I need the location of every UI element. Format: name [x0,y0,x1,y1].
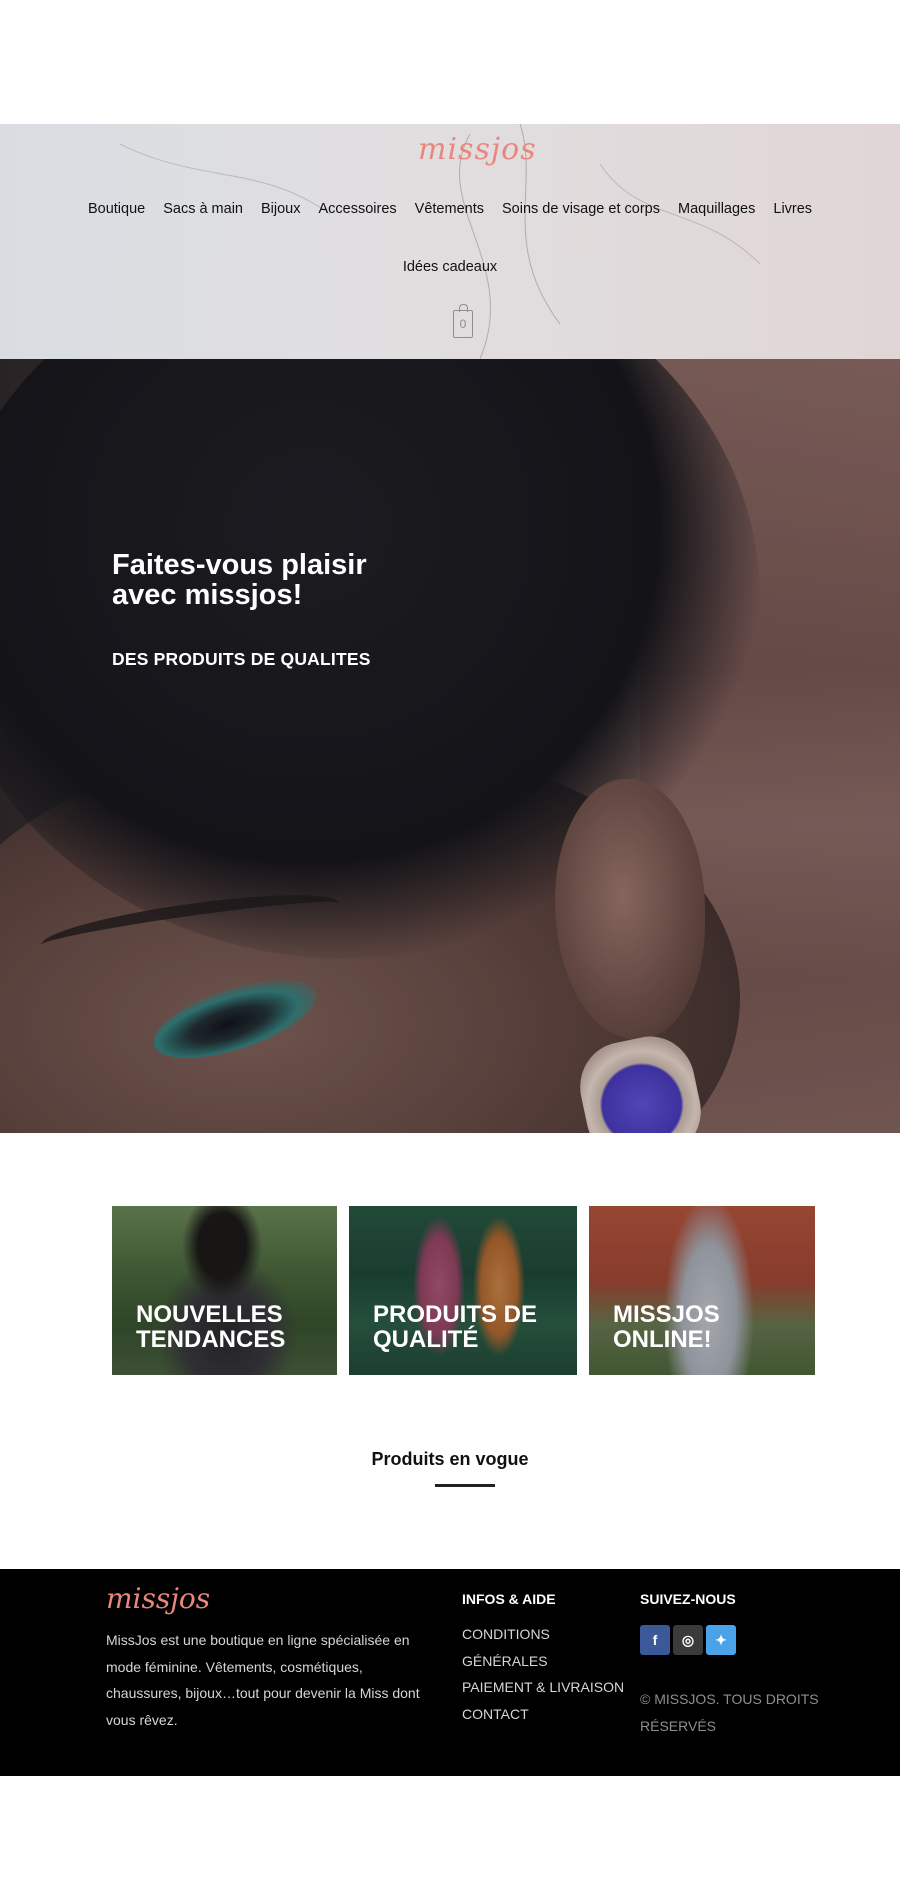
hero-banner: Faites-vous plaisir avec missjos! DES PR… [0,359,900,1133]
site-logo[interactable]: missjos [418,130,536,170]
nav-item-maquillages[interactable]: Maquillages [678,194,755,224]
footer-link-item: CONTACT [462,1701,632,1728]
instagram-icon[interactable]: ◎ [673,1625,703,1655]
facebook-icon[interactable]: f [640,1625,670,1655]
twitter-icon[interactable]: ✦ [706,1625,736,1655]
tile-produits-de-qualite[interactable]: PRODUITS DE QUALITÉ [349,1206,577,1375]
footer-follow-title: SUIVEZ-NOUS [640,1591,736,1607]
nav-item-sacs-a-main[interactable]: Sacs à main [163,194,243,224]
shopping-bag-icon[interactable]: 0 [453,304,473,338]
nav-item-vetements[interactable]: Vêtements [415,194,484,224]
nav-item-idees-cadeaux[interactable]: Idées cadeaux [403,252,497,282]
nav-item-livres[interactable]: Livres [773,194,812,224]
tile-missjos-online[interactable]: MISSJOS ONLINE! [589,1206,815,1375]
main-nav: Boutique Sacs à main Bijoux Accessoires … [88,194,812,224]
category-tiles: NOUVELLES TENDANCES PRODUITS DE QUALITÉ … [112,1206,816,1375]
footer-link-conditions[interactable]: CONDITIONS GÉNÉRALES [462,1626,550,1669]
tile-label: MISSJOS ONLINE! [613,1301,720,1353]
hero-overlay [0,359,900,1133]
tile-label: PRODUITS DE QUALITÉ [373,1301,538,1353]
footer-link-item: CONDITIONS GÉNÉRALES [462,1621,632,1674]
hero-subtitle: DES PRODUITS DE QUALITES [112,649,371,669]
nav-item-bijoux[interactable]: Bijoux [261,194,301,224]
nav-item-boutique[interactable]: Boutique [88,194,145,224]
main-nav-row2: Idées cadeaux [0,252,900,282]
footer-link-paiement-livraison[interactable]: PAIEMENT & LIVRAISON [462,1679,624,1695]
section-underline [435,1484,495,1487]
footer-logo[interactable]: missjos [106,1581,216,1617]
nav-item-soins[interactable]: Soins de visage et corps [502,194,660,224]
hero-title: Faites-vous plaisir avec missjos! [112,549,367,611]
social-links: f ◎ ✦ [640,1625,736,1655]
copyright-text: © MISSJOS. TOUS DROITS RÉSERVÉS [640,1691,819,1734]
site-header: missjos Boutique Sacs à main Bijoux Acce… [0,124,900,359]
footer-info-title: INFOS & AIDE [462,1591,556,1607]
footer-link-item: PAIEMENT & LIVRAISON [462,1674,632,1701]
footer-info-links: CONDITIONS GÉNÉRALES PAIEMENT & LIVRAISO… [462,1621,632,1727]
nav-item-accessoires[interactable]: Accessoires [319,194,397,224]
tile-nouvelles-tendances[interactable]: NOUVELLES TENDANCES [112,1206,337,1375]
tile-label: NOUVELLES TENDANCES [136,1301,286,1353]
section-title: Produits en vogue [371,1449,529,1469]
site-footer: missjos MissJos est une boutique en lign… [0,1569,900,1776]
footer-description: MissJos est une boutique en ligne spécia… [106,1632,420,1728]
cart-count: 0 [459,317,467,331]
footer-link-contact[interactable]: CONTACT [462,1706,529,1722]
